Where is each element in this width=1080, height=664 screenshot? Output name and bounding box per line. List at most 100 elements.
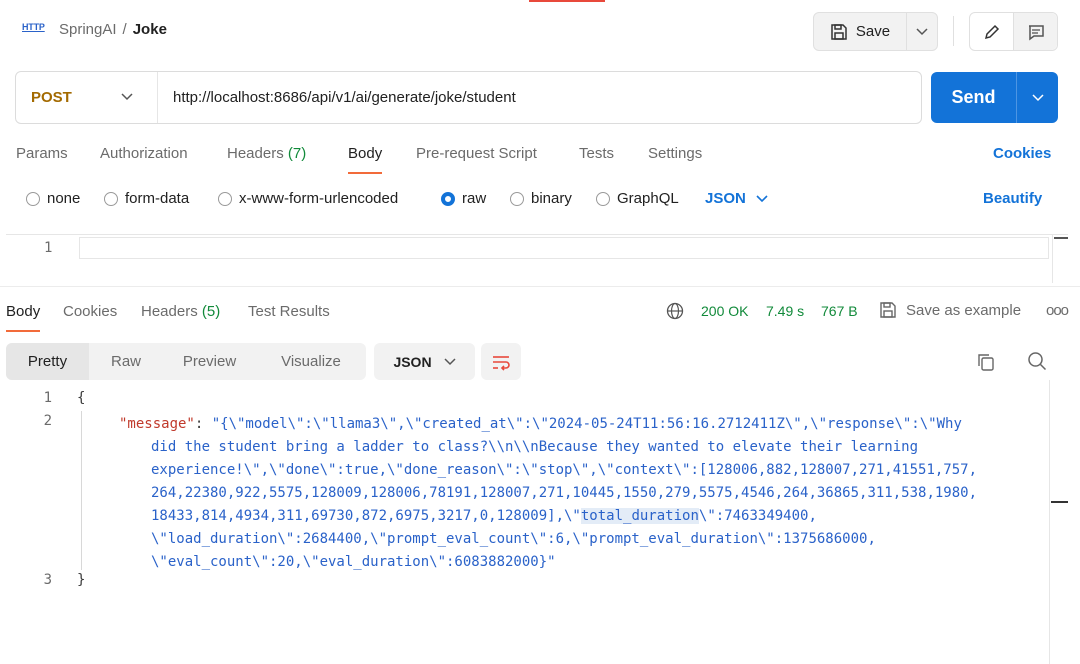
breadcrumb-collection[interactable]: SpringAI [59,21,117,38]
indent-guide [81,411,82,570]
response-tab-body[interactable]: Body [6,303,41,332]
send-button-group: Send [931,72,1058,123]
radio-urlencoded-label: x-www-form-urlencoded [239,190,399,207]
radio-raw[interactable]: raw [441,190,486,207]
chevron-down-icon [1031,93,1044,101]
url-input[interactable]: http://localhost:8686/api/v1/ai/generate… [158,89,516,106]
cookies-link[interactable]: Cookies [993,145,1051,162]
tab-prerequest-script[interactable]: Pre-request Script [416,145,537,162]
beautify-button[interactable]: Beautify [983,190,1042,207]
save-icon [880,302,896,318]
json-line: \"eval_count\":20,\"eval_duration\":6083… [151,554,556,570]
json-open-brace: { [77,390,86,406]
response-format-value: JSON [393,353,432,370]
chevron-down-icon [916,27,928,35]
save-as-example-button[interactable]: Save as example [879,301,1021,319]
radio-circle-icon [26,191,40,206]
json-key: "message" [119,416,195,432]
save-button-group: Save [813,12,938,51]
response-tab-cookies[interactable]: Cookies [63,303,117,320]
response-size[interactable]: 767 B [821,303,858,319]
chevron-down-icon [756,194,768,202]
json-line: experience!\",\"done\":true,\"done_reaso… [151,462,978,478]
json-line: "message": "{\"model\":\"llama3\",\"crea… [119,413,962,436]
save-button[interactable]: Save [814,13,907,50]
wrap-lines-button[interactable] [481,343,521,380]
response-tab-headers-count: (5) [201,303,221,320]
response-time[interactable]: 7.49 s [766,303,804,319]
json-line: did the student bring a ladder to class?… [151,439,919,455]
radio-form-data[interactable]: form-data [104,190,189,207]
body-language-value: JSON [705,190,746,207]
save-as-example-label: Save as example [906,301,1022,319]
breadcrumb-separator: / [122,21,127,38]
chevron-down-icon [121,93,133,101]
request-body-editor[interactable]: 1 [6,234,1068,284]
radio-circle-icon [104,191,118,206]
radio-circle-icon [510,191,524,206]
json-value-segment: 18433,814,4934,311,69730,872,6975,3217,0… [151,508,581,524]
view-pretty[interactable]: Pretty [6,343,89,380]
response-tab-test-results[interactable]: Test Results [248,303,330,320]
response-tab-headers-label: Headers [141,303,198,320]
radio-binary[interactable]: binary [510,190,572,207]
copy-icon[interactable] [976,352,996,372]
radio-none-label: none [47,190,81,207]
comment-icon [1028,24,1044,40]
tab-settings[interactable]: Settings [648,145,702,162]
comments-button[interactable] [1013,13,1057,50]
search-highlight: total_duration [580,508,699,524]
tab-authorization[interactable]: Authorization [100,145,188,162]
json-line: 264,22380,922,5575,128009,128006,78191,1… [151,485,978,501]
search-icon[interactable] [1027,351,1047,371]
breadcrumb-request-name[interactable]: Joke [133,21,167,38]
response-scrollbar[interactable] [1049,380,1050,664]
edit-button[interactable] [970,13,1013,50]
radio-graphql[interactable]: GraphQL [596,190,679,207]
method-value: POST [31,89,72,106]
save-dropdown-button[interactable] [907,13,937,50]
tab-tests[interactable]: Tests [579,145,614,162]
response-toolbar: Pretty Raw Preview Visualize JSON [6,343,1068,381]
editor-current-line[interactable] [79,237,1049,259]
tab-headers[interactable]: Headers (7) [227,145,306,162]
tab-body[interactable]: Body [348,145,383,174]
response-tab-headers[interactable]: Headers (5) [141,303,220,320]
line-number: 1 [43,390,52,406]
radio-form-data-label: form-data [125,190,190,207]
breadcrumb: SpringAI / Joke [59,21,167,38]
json-colon: : [194,416,212,432]
header-actions [969,12,1058,51]
view-raw[interactable]: Raw [89,343,163,380]
radio-graphql-label: GraphQL [617,190,679,207]
status-code[interactable]: 200 OK [701,303,748,319]
response-tabs: Body Cookies Headers (5) Test Results 20… [0,298,1080,332]
line-number: 3 [43,572,52,588]
send-dropdown-button[interactable] [1017,72,1058,123]
pane-divider[interactable] [0,286,1080,287]
tab-headers-label: Headers [227,145,284,162]
response-body-viewer[interactable]: 1 2 3 { "message": "{\"model\":\"llama3\… [0,380,1080,664]
globe-icon[interactable] [666,302,684,320]
wrap-lines-icon [493,355,510,371]
more-options-icon[interactable]: ooo [1046,302,1069,319]
view-visualize[interactable]: Visualize [256,343,366,380]
method-select[interactable]: POST [16,72,158,123]
body-language-select[interactable]: JSON [705,190,768,207]
view-preview[interactable]: Preview [163,343,256,380]
save-label: Save [855,23,891,40]
response-view-segment: Pretty Raw Preview Visualize [6,343,366,380]
body-type-options: none form-data x-www-form-urlencoded raw… [0,185,1080,213]
save-icon [831,23,847,40]
tab-params[interactable]: Params [16,145,68,162]
radio-raw-label: raw [462,190,487,207]
request-tabs: Params Authorization Headers (7) Body Pr… [0,140,1080,174]
response-format-select[interactable]: JSON [374,343,475,380]
send-button[interactable]: Send [931,72,1017,123]
scroll-position-marker [1051,501,1068,503]
radio-none[interactable]: none [26,190,80,207]
radio-circle-icon [596,191,610,206]
editor-scrollbar[interactable] [1052,235,1068,283]
radio-urlencoded[interactable]: x-www-form-urlencoded [218,190,398,207]
line-number: 1 [44,240,53,256]
